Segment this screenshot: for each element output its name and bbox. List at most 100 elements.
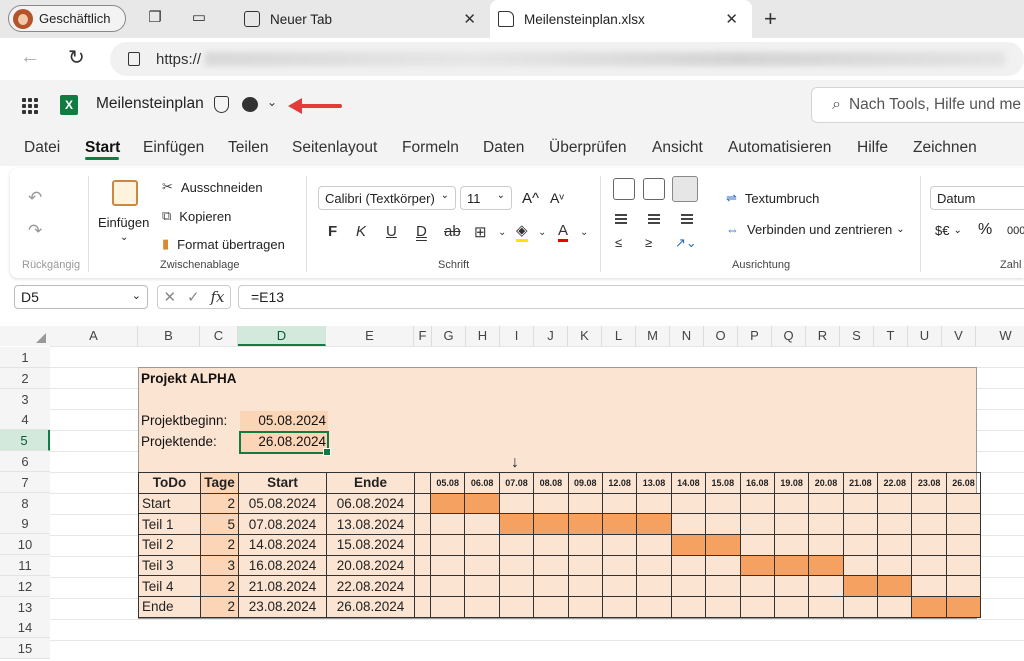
gantt-empty-cell[interactable] <box>601 492 638 515</box>
tab-daten[interactable]: Daten <box>483 139 524 157</box>
gantt-empty-cell[interactable] <box>670 513 707 536</box>
column-header[interactable]: H <box>466 326 500 346</box>
chevron-down-icon[interactable]: ⌄ <box>538 227 546 238</box>
column-header[interactable]: Q <box>772 326 806 346</box>
copy-button[interactable]: ⧉ Kopieren <box>162 208 231 224</box>
borders-icon[interactable]: ⊞ <box>474 223 487 241</box>
wrap-text-button[interactable]: ⇌ Textumbruch <box>726 190 819 206</box>
column-header[interactable]: V <box>942 326 976 346</box>
spacer-cell[interactable] <box>414 534 431 556</box>
task-start[interactable]: 05.08.2024 <box>238 492 327 515</box>
gantt-bar-cell[interactable] <box>739 554 775 577</box>
task-start[interactable]: 16.08.2024 <box>238 554 327 577</box>
gantt-empty-cell[interactable] <box>808 575 844 598</box>
new-tab-plus-icon[interactable]: + <box>764 6 777 32</box>
row-header[interactable]: 11 <box>0 555 50 576</box>
column-header[interactable]: W <box>976 326 1024 346</box>
gantt-empty-cell[interactable] <box>636 492 672 515</box>
task-start[interactable]: 14.08.2024 <box>238 534 327 556</box>
select-all-corner[interactable] <box>0 326 50 346</box>
gantt-empty-cell[interactable] <box>842 596 879 618</box>
column-header[interactable]: I <box>500 326 534 346</box>
column-header[interactable]: T <box>874 326 908 346</box>
paste-icon[interactable] <box>112 180 138 206</box>
spacer-cell[interactable] <box>414 492 431 515</box>
close-icon[interactable]: ✕ <box>725 10 738 28</box>
column-header[interactable]: S <box>840 326 874 346</box>
gantt-bar-cell[interactable] <box>464 492 500 515</box>
gantt-empty-cell[interactable] <box>464 596 500 618</box>
insert-function-button[interactable]: fx <box>211 288 225 306</box>
gantt-empty-cell[interactable] <box>705 596 741 618</box>
gantt-empty-cell[interactable] <box>601 575 638 598</box>
column-heading[interactable]: Tage <box>200 472 239 494</box>
gantt-empty-cell[interactable] <box>945 575 982 598</box>
gantt-bar-cell[interactable] <box>877 575 913 598</box>
gantt-empty-cell[interactable] <box>911 575 947 598</box>
tab-seitenlayout[interactable]: Seitenlayout <box>292 139 377 157</box>
tab-formeln[interactable]: Formeln <box>402 139 459 157</box>
bold-button[interactable]: F <box>328 223 337 240</box>
gantt-empty-cell[interactable] <box>705 513 741 536</box>
align-top-icon[interactable] <box>613 178 635 200</box>
close-icon[interactable]: ✕ <box>463 10 476 28</box>
gantt-empty-cell[interactable] <box>464 513 500 536</box>
task-end[interactable]: 06.08.2024 <box>326 492 415 515</box>
spacer-cell[interactable] <box>414 472 431 494</box>
gantt-empty-cell[interactable] <box>601 554 638 577</box>
gantt-empty-cell[interactable] <box>808 492 844 515</box>
confirm-icon[interactable]: ✓ <box>187 288 200 306</box>
align-bottom-icon[interactable] <box>672 176 698 202</box>
project-start-label[interactable]: Projektbeginn: <box>141 411 227 431</box>
gantt-empty-cell[interactable] <box>945 554 982 577</box>
tab-hilfe[interactable]: Hilfe <box>857 139 888 157</box>
task-end[interactable]: 13.08.2024 <box>326 513 415 536</box>
gantt-empty-cell[interactable] <box>498 534 535 556</box>
fill-color-icon[interactable]: ◈ <box>516 223 528 242</box>
tab-teilen[interactable]: Teilen <box>228 139 269 157</box>
gantt-empty-cell[interactable] <box>842 492 879 515</box>
row-header[interactable]: 3 <box>0 388 50 410</box>
task-days[interactable]: 2 <box>200 492 239 515</box>
spacer-cell[interactable] <box>414 513 431 536</box>
row-header[interactable]: 13 <box>0 596 50 618</box>
column-header[interactable]: A <box>50 326 138 346</box>
column-header[interactable]: E <box>326 326 414 346</box>
gantt-empty-cell[interactable] <box>877 513 913 536</box>
row-header[interactable]: 1 <box>0 347 50 368</box>
gantt-empty-cell[interactable] <box>705 554 741 577</box>
gantt-empty-cell[interactable] <box>877 492 913 515</box>
workspaces-icon[interactable]: ❐ <box>146 9 164 27</box>
number-format-dropdown[interactable]: Datum <box>930 186 1024 210</box>
row-header[interactable]: 9 <box>0 513 50 535</box>
timeline-date[interactable]: 09.08 <box>567 472 603 494</box>
gantt-empty-cell[interactable] <box>773 492 810 515</box>
chevron-down-icon[interactable]: ⌄ <box>580 227 588 238</box>
row-header[interactable]: 14 <box>0 617 50 639</box>
row-header[interactable]: 10 <box>0 534 50 556</box>
document-title[interactable]: Meilensteinplan <box>96 95 204 113</box>
gantt-empty-cell[interactable] <box>808 534 844 556</box>
spreadsheet-grid[interactable]: ABCDEFGHIJKLMNOPQRSTUVW 1 2 3 4 5 6 7 8 9 10 11 12 1… <box>0 321 1024 661</box>
font-name-dropdown[interactable]: Calibri (Textkörper) ⌄ <box>318 186 456 210</box>
gantt-empty-cell[interactable] <box>911 492 947 515</box>
gantt-empty-cell[interactable] <box>464 575 500 598</box>
task-days[interactable]: 2 <box>200 534 239 556</box>
spacer-cell[interactable] <box>414 596 431 618</box>
column-header[interactable]: C <box>200 326 238 346</box>
column-header[interactable]: N <box>670 326 704 346</box>
gantt-empty-cell[interactable] <box>739 596 775 618</box>
gantt-bar-cell[interactable] <box>498 513 535 536</box>
gantt-bar-cell[interactable] <box>911 596 947 618</box>
task-end[interactable]: 26.08.2024 <box>326 596 415 618</box>
gantt-empty-cell[interactable] <box>670 596 707 618</box>
task-name[interactable]: Teil 3 <box>138 554 201 577</box>
percent-button[interactable]: % <box>978 221 992 239</box>
column-header[interactable]: O <box>704 326 738 346</box>
gantt-empty-cell[interactable] <box>808 513 844 536</box>
timeline-date[interactable]: 05.08 <box>429 472 466 494</box>
chevron-down-icon[interactable]: ⌄ <box>120 232 128 243</box>
app-launcher-icon[interactable] <box>22 98 38 114</box>
timeline-date[interactable]: 14.08 <box>670 472 707 494</box>
column-header[interactable]: P <box>738 326 772 346</box>
